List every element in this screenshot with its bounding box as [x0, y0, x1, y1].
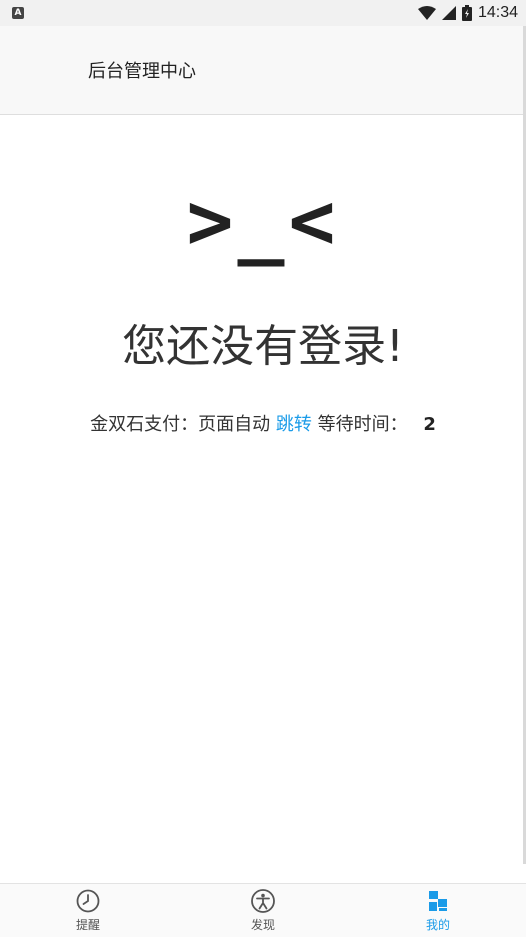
- not-logged-in-message: 您还没有登录!: [122, 321, 404, 372]
- app-header: 后台管理中心: [0, 26, 526, 115]
- nav-item-reminders[interactable]: 提醒: [43, 888, 133, 936]
- nav-item-discover[interactable]: 发现: [218, 888, 308, 936]
- wifi-icon: [417, 6, 436, 20]
- redirect-link[interactable]: 跳转: [276, 414, 312, 435]
- redirect-notice: 金双石支付：页面自动 跳转 等待时间： 2: [0, 410, 526, 436]
- nav-label-reminders: 提醒: [75, 918, 100, 932]
- status-icons: 14:34: [417, 3, 518, 23]
- accessibility-icon: [251, 889, 275, 913]
- redirect-suffix: 等待时间：: [317, 414, 408, 435]
- status-bar: A 14:34: [0, 0, 526, 26]
- sad-face-emoticon: >_<: [186, 177, 340, 267]
- countdown-value: 2: [423, 414, 436, 435]
- nav-item-mine[interactable]: 我的: [393, 888, 483, 936]
- redirect-prefix: 金双石支付：页面自动: [90, 414, 271, 435]
- clock-icon: [76, 889, 100, 913]
- app-notification-icon: A: [12, 7, 24, 19]
- page-title: 后台管理中心: [88, 61, 196, 82]
- nav-label-discover: 发现: [250, 918, 275, 932]
- battery-icon: [461, 5, 472, 21]
- clock-time: 14:34: [477, 4, 518, 21]
- bottom-navigation: 提醒 发现 我的: [0, 883, 526, 937]
- nav-label-mine: 我的: [425, 918, 450, 932]
- blocks-icon: [429, 891, 447, 911]
- cell-signal-icon: [441, 6, 456, 20]
